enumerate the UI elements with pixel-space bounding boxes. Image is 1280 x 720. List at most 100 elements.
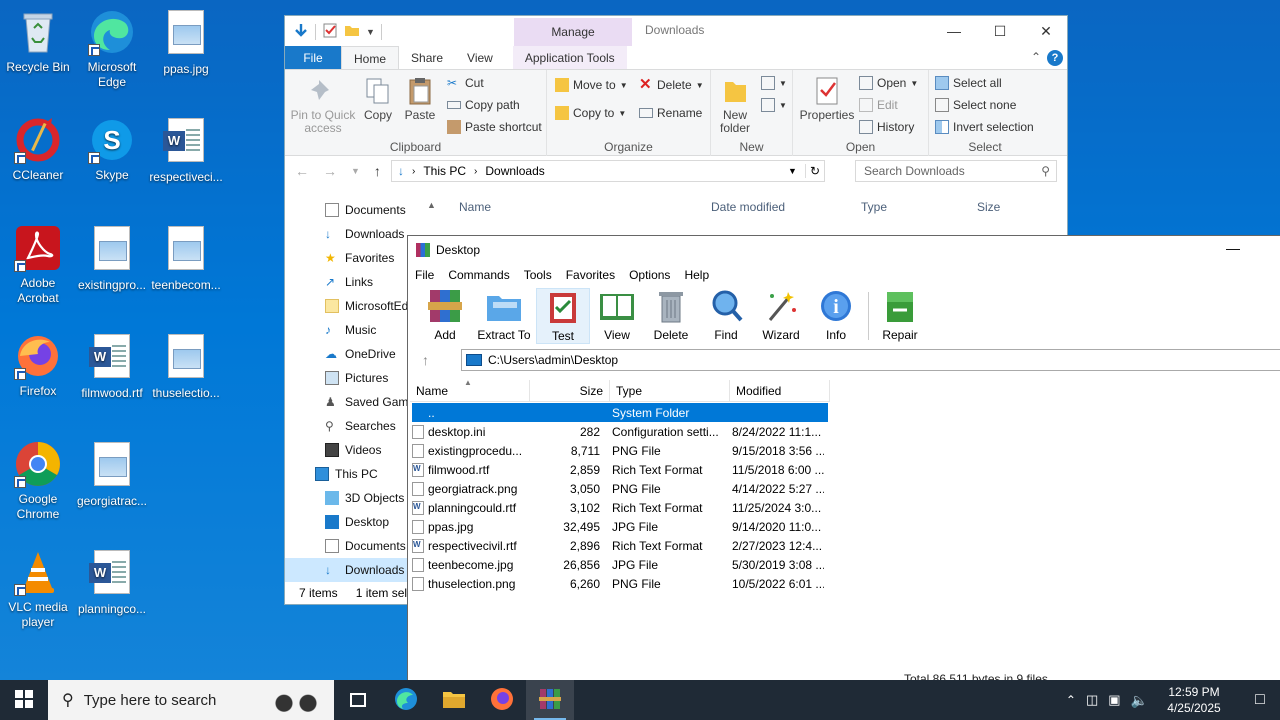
view-button[interactable]: View <box>590 288 644 344</box>
test-button[interactable]: Test <box>536 288 590 344</box>
desktop-icon-recycle-bin[interactable]: Recycle Bin <box>0 8 76 75</box>
desktop-icon-thuselectio[interactable]: thuselectio... <box>148 332 224 401</box>
address-bar[interactable]: ↓ › This PC › Downloads ▼ ↻ <box>391 160 825 182</box>
list-item[interactable]: planningcould.rtf 3,102 Rich Text Format… <box>412 498 828 517</box>
column-type[interactable]: Type <box>851 200 969 214</box>
tab-share[interactable]: Share <box>399 46 455 69</box>
nav-item-saved-games[interactable]: ♟ Saved Games <box>285 390 409 414</box>
notification-icon[interactable]: □ <box>1240 691 1280 709</box>
nav-item-desktop[interactable]: Desktop <box>285 510 409 534</box>
list-item[interactable]: teenbecome.jpg 26,856 JPG File 5/30/2019… <box>412 555 828 574</box>
refresh-icon[interactable]: ↻ <box>804 164 824 178</box>
copy-to-button[interactable]: Copy to ▼ <box>555 106 626 120</box>
list-item[interactable]: filmwood.rtf 2,859 Rich Text Format 11/5… <box>412 460 828 479</box>
nav-item-microsoftedge[interactable]: MicrosoftEd <box>285 294 409 318</box>
wired-network-icon[interactable]: ▣ <box>1108 692 1120 708</box>
minimize-icon[interactable]: — <box>931 16 977 46</box>
task-view-button[interactable] <box>334 680 382 720</box>
nav-item-documents[interactable]: Documents <box>285 198 409 222</box>
extract-to-button[interactable]: Extract To <box>474 288 534 344</box>
desktop-icon-planningco[interactable]: W planningco... <box>74 548 150 617</box>
edit-button[interactable]: Edit <box>859 98 898 112</box>
taskbar-winrar[interactable] <box>526 680 574 720</box>
clock[interactable]: 12:59 PM 4/25/2025 <box>1158 684 1230 716</box>
new-folder-qat-icon[interactable] <box>344 22 360 41</box>
move-to-button[interactable]: Move to ▼ <box>555 78 628 92</box>
up-arrow-icon[interactable]: ↑ <box>374 163 381 179</box>
collapse-ribbon-icon[interactable]: ⌃ <box>1031 50 1041 64</box>
desktop-icon-vlc[interactable]: VLC media player <box>0 548 76 630</box>
desktop-icon-ccleaner[interactable]: CCleaner <box>0 116 76 183</box>
column-size[interactable]: Size <box>530 380 610 401</box>
desktop-icon-microsoft-edge[interactable]: Microsoft Edge <box>74 8 150 90</box>
nav-item-searches[interactable]: ⚲ Searches <box>285 414 409 438</box>
taskbar-firefox[interactable] <box>478 680 526 720</box>
tab-view[interactable]: View <box>455 46 505 69</box>
column-name[interactable]: Name ▲ <box>410 378 530 401</box>
nav-item-pictures[interactable]: Pictures <box>285 366 409 390</box>
nav-item-videos[interactable]: Videos <box>285 438 409 462</box>
tab-home[interactable]: Home <box>341 46 400 69</box>
column-modified[interactable]: Modified <box>730 380 830 401</box>
desktop-icon-google-chrome[interactable]: Google Chrome <box>0 440 76 522</box>
pin-quick-access-button[interactable]: Pin to Quick access <box>289 76 357 135</box>
up-arrow-icon[interactable]: ↑ <box>422 352 429 368</box>
add-button[interactable]: Add <box>418 288 472 344</box>
rename-button[interactable]: Rename <box>639 106 702 120</box>
paste-shortcut-button[interactable]: Paste shortcut <box>447 120 542 134</box>
invert-selection-button[interactable]: Invert selection <box>935 120 1034 134</box>
list-item[interactable]: existingprocedu... 8,711 PNG File 9/15/2… <box>412 441 828 460</box>
nav-item-favorites[interactable]: ★ Favorites <box>285 246 409 270</box>
desktop-icon-respectiveci[interactable]: W respectiveci... <box>148 116 224 185</box>
back-arrow-icon[interactable]: ← <box>295 163 309 179</box>
properties-button[interactable]: Properties <box>799 76 855 122</box>
nav-item-music[interactable]: ♪ Music <box>285 318 409 342</box>
close-icon[interactable]: ✕ <box>1023 16 1069 46</box>
list-item[interactable]: ppas.jpg 32,495 JPG File 9/14/2020 11:0.… <box>412 517 828 536</box>
column-date-modified[interactable]: Date modified <box>705 200 851 214</box>
recent-dropdown-icon[interactable]: ▼ <box>351 166 360 179</box>
column-size[interactable]: Size <box>969 200 1049 214</box>
repair-button[interactable]: Repair <box>873 288 927 344</box>
address-dropdown-icon[interactable]: ▼ <box>788 166 797 176</box>
menu-file[interactable]: File <box>415 268 434 282</box>
desktop-icon-existingpro[interactable]: existingpro... <box>74 224 150 293</box>
nav-item-onedrive[interactable]: ☁ OneDrive <box>285 342 409 366</box>
help-icon[interactable]: ? <box>1047 50 1063 66</box>
column-type[interactable]: Type <box>610 380 730 401</box>
desktop-icon-adobe-acrobat[interactable]: Adobe Acrobat <box>0 224 76 306</box>
copy-path-button[interactable]: Copy path <box>447 98 520 112</box>
menu-commands[interactable]: Commands <box>448 268 509 282</box>
maximize-icon[interactable]: ☐ <box>977 16 1023 46</box>
nav-item-links[interactable]: ↗ Links <box>285 270 409 294</box>
paste-button[interactable]: Paste <box>401 76 439 122</box>
column-name[interactable]: Name <box>445 200 705 214</box>
list-item[interactable]: desktop.ini 282 Configuration setti... 8… <box>412 422 828 441</box>
wizard-button[interactable]: Wizard <box>754 288 808 344</box>
manage-context-tab[interactable]: Manage <box>514 18 632 46</box>
menu-help[interactable]: Help <box>684 268 709 282</box>
new-folder-button[interactable]: New folder <box>715 76 755 135</box>
history-button[interactable]: History <box>859 120 914 134</box>
desktop-icon-teenbecom[interactable]: teenbecom... <box>148 224 224 293</box>
breadcrumb-this-pc[interactable]: This PC <box>423 164 466 178</box>
nav-item-3d-objects[interactable]: 3D Objects <box>285 486 409 510</box>
list-item[interactable]: georgiatrack.png 3,050 PNG File 4/14/202… <box>412 479 828 498</box>
nav-item-documents-pc[interactable]: Documents <box>285 534 409 558</box>
list-item-parent-folder[interactable]: .. System Folder <box>412 403 828 422</box>
search-box[interactable]: Search Downloads ⚲ <box>855 160 1057 182</box>
menu-options[interactable]: Options <box>629 268 670 282</box>
delete-button[interactable]: ✕ Delete ▼ <box>639 77 704 92</box>
info-button[interactable]: i Info <box>809 288 863 344</box>
list-item[interactable]: thuselection.png 6,260 PNG File 10/5/202… <box>412 574 828 593</box>
taskbar-file-explorer[interactable] <box>430 680 478 720</box>
network-icon[interactable]: ◫ <box>1086 692 1098 708</box>
nav-item-this-pc[interactable]: This PC <box>285 462 409 486</box>
forward-arrow-icon[interactable]: → <box>323 163 337 179</box>
delete-button[interactable]: Delete <box>644 288 698 344</box>
scroll-up-icon[interactable]: ▲ <box>427 200 436 210</box>
nav-item-downloads-pc[interactable]: ↓ Downloads <box>285 558 409 582</box>
desktop-icon-filmwood[interactable]: W filmwood.rtf <box>74 332 150 401</box>
qat-dropdown-icon[interactable]: ▼ <box>366 27 375 37</box>
tab-application-tools[interactable]: Application Tools <box>512 46 627 69</box>
